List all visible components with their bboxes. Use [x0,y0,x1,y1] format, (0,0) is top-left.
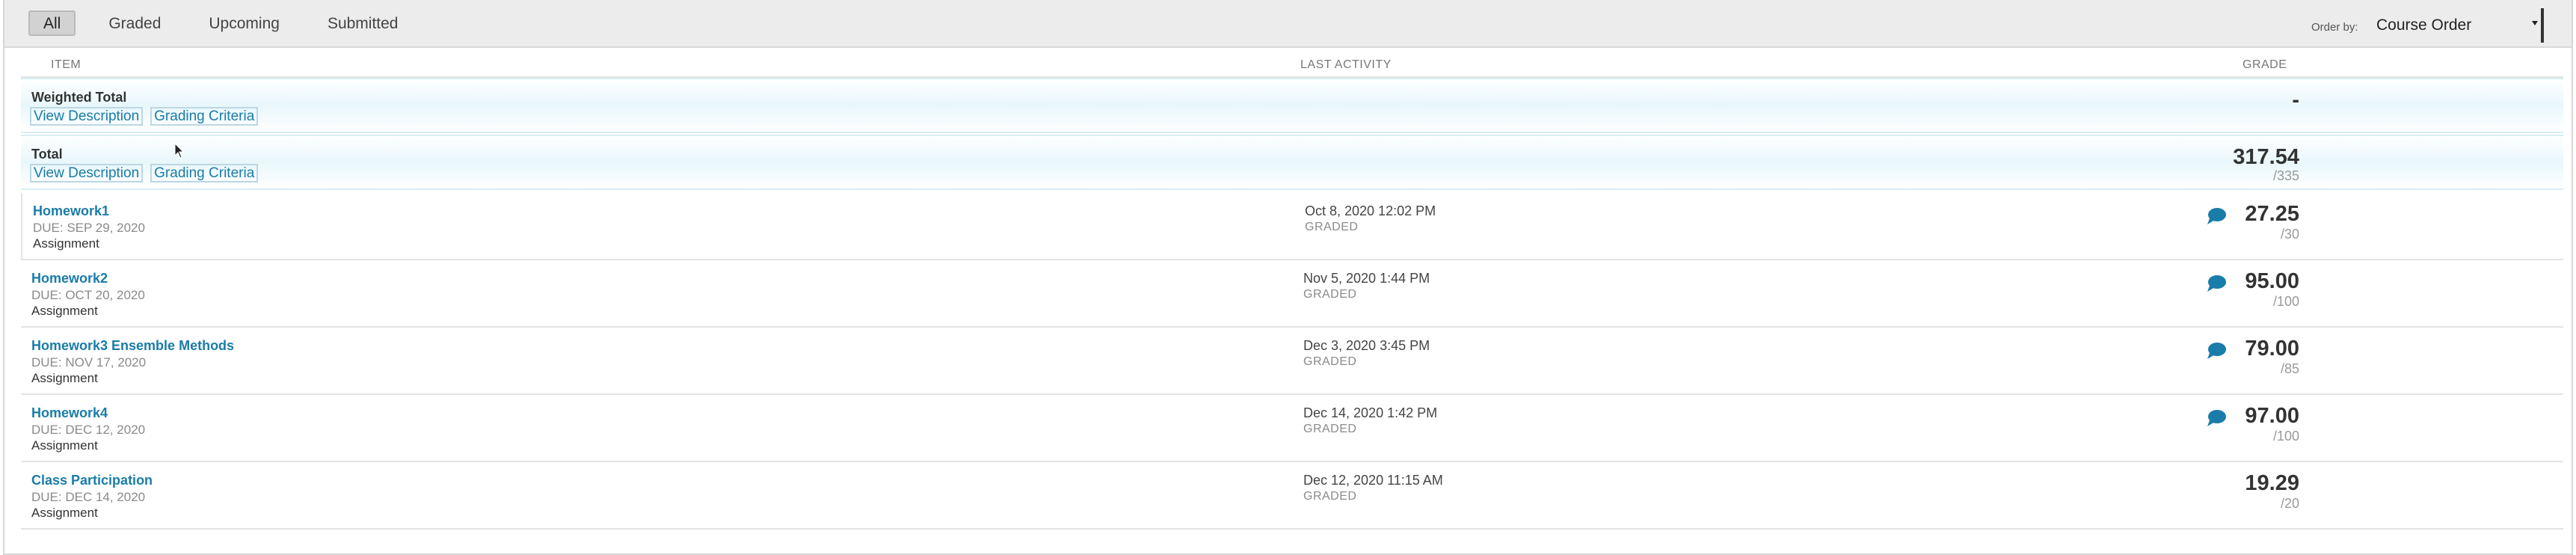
summary-title: Total [31,147,63,162]
summary-title: Weighted Total [31,90,127,105]
grade-out-of: /335 [2272,168,2299,183]
item-status: GRADED [1303,355,1357,368]
table-row: Homework1 DUE: SEP 29, 2020 Assignment O… [21,193,2563,260]
filter-tabs: All Graded Upcoming Submitted [28,10,431,36]
item-grade: 97.00 /100 [2245,404,2299,444]
grade-score: 19.29 [2245,471,2299,495]
table-row: Homework4 DUE: DEC 12, 2020 Assignment D… [21,395,2563,462]
item-name-link[interactable]: Homework1 [33,203,109,219]
summary-links: View Description Grading Criteria [30,164,265,183]
table-row: Homework3 Ensemble Methods DUE: NOV 17, … [21,328,2563,395]
item-due-date: DUE: OCT 20, 2020 [31,288,145,302]
item-type: Assignment [33,236,99,251]
item-name-link[interactable]: Class Participation [31,473,153,488]
item-grade: 27.25 /30 [2245,202,2299,242]
filter-all-button[interactable]: All [28,10,76,36]
mouse-cursor-icon [174,143,185,159]
summary-row-weighted-total: Weighted Total View Description Grading … [21,78,2563,133]
grade-out-of: /20 [2280,496,2299,511]
comment-icon[interactable] [2206,408,2227,428]
column-header-item: ITEM [51,58,82,71]
grade-out-of: /100 [2272,294,2299,309]
item-type: Assignment [31,371,98,385]
item-grade: 19.29 /20 [2245,471,2299,512]
item-type: Assignment [31,438,98,453]
item-due-date: DUE: SEP 29, 2020 [33,221,145,235]
grading-criteria-button[interactable]: Grading Criteria [150,107,259,126]
grade-score: 97.00 [2245,404,2299,428]
chevron-down-icon [2532,21,2538,25]
item-grade: 79.00 /85 [2245,337,2299,377]
item-due-date: DUE: DEC 12, 2020 [31,423,146,437]
summary-grade: - [2292,88,2299,112]
item-name-link[interactable]: Homework4 [31,405,108,421]
grade-out-of: /100 [2272,429,2299,444]
item-last-activity: Dec 12, 2020 11:15 AM [1303,473,1443,488]
order-by-value: Course Order [2376,16,2472,34]
column-header-last-activity: LAST ACTIVITY [1300,58,1392,71]
filter-toolbar: All Graded Upcoming Submitted Order by: … [4,0,2572,48]
summary-links: View Description Grading Criteria [30,107,265,126]
order-by-select[interactable]: Course Order [2367,8,2544,43]
grade-out-of: /30 [2280,227,2299,242]
item-type: Assignment [31,506,98,520]
grade-score: 95.00 [2245,269,2299,293]
item-last-activity: Oct 8, 2020 12:02 PM [1305,203,1436,218]
item-status: GRADED [1303,288,1357,301]
item-status: GRADED [1303,490,1357,503]
item-type: Assignment [31,304,98,318]
item-due-date: DUE: DEC 14, 2020 [31,490,146,504]
filter-upcoming-button[interactable]: Upcoming [194,10,295,36]
grade-score: 317.54 [2233,145,2299,169]
filter-graded-button[interactable]: Graded [93,10,176,36]
item-grade: 95.00 /100 [2245,269,2299,310]
item-last-activity: Nov 5, 2020 1:44 PM [1303,271,1430,286]
item-name-link[interactable]: Homework3 Ensemble Methods [31,338,234,354]
comment-icon[interactable] [2206,206,2227,226]
grade-score: - [2292,88,2299,112]
grading-criteria-button[interactable]: Grading Criteria [150,164,259,183]
summary-grade: 317.54 /335 [2233,145,2299,183]
column-header-grade: GRADE [2243,58,2287,71]
table-row: Homework2 DUE: OCT 20, 2020 Assignment N… [21,260,2563,328]
view-description-button[interactable]: View Description [30,164,144,183]
item-name-link[interactable]: Homework2 [31,271,108,286]
view-description-button[interactable]: View Description [30,107,144,126]
comment-icon[interactable] [2206,341,2227,361]
grade-score: 79.00 [2245,337,2299,361]
item-due-date: DUE: NOV 17, 2020 [31,355,147,370]
comment-icon[interactable] [2206,274,2227,293]
summary-row-total: Total View Description Grading Criteria … [21,135,2563,190]
order-by-label: Order by: [2311,21,2358,34]
item-last-activity: Dec 3, 2020 3:45 PM [1303,338,1430,353]
grade-out-of: /85 [2280,361,2299,376]
item-status: GRADED [1305,221,1359,233]
grade-score: 27.25 [2245,202,2299,226]
table-row: Class Participation DUE: DEC 14, 2020 As… [21,462,2563,530]
item-status: GRADED [1303,423,1357,435]
filter-submitted-button[interactable]: Submitted [313,10,414,36]
item-last-activity: Dec 14, 2020 1:42 PM [1303,405,1438,420]
grades-panel: All Graded Upcoming Submitted Order by: … [3,0,2573,555]
